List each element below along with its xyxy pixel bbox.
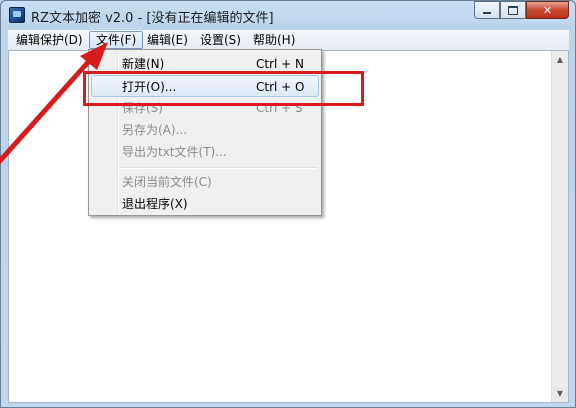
menu-file[interactable]: 文件(F) — [89, 31, 144, 49]
menu-item-export-txt[interactable]: 导出为txt文件(T)... — [91, 141, 319, 163]
minimize-icon — [483, 12, 491, 14]
menu-item-label: 退出程序(X) — [122, 197, 188, 211]
annotation-highlight-box — [83, 71, 364, 106]
menu-settings[interactable]: 设置(S) — [194, 31, 247, 49]
menu-item-exit[interactable]: 退出程序(X) — [91, 193, 319, 215]
close-icon: ✕ — [542, 3, 553, 17]
scroll-down-icon[interactable]: ▼ — [552, 385, 568, 402]
menu-item-label: 关闭当前文件(C) — [122, 175, 212, 189]
scroll-up-icon[interactable]: ▲ — [552, 51, 568, 68]
maximize-button[interactable] — [500, 1, 526, 19]
caption-buttons: ✕ — [474, 1, 569, 21]
app-icon[interactable] — [9, 7, 25, 23]
minimize-button[interactable] — [474, 1, 500, 19]
window-title: RZ文本加密 v2.0 - [没有正在编辑的文件] — [31, 11, 274, 26]
close-button[interactable]: ✕ — [526, 1, 569, 19]
menu-edit-protect[interactable]: 编辑保护(D) — [10, 31, 89, 49]
menu-separator — [119, 167, 317, 169]
menu-item-label: 导出为txt文件(T)... — [122, 145, 227, 159]
menu-item-close-file[interactable]: 关闭当前文件(C) — [91, 171, 319, 193]
title-bar[interactable]: RZ文本加密 v2.0 - [没有正在编辑的文件] ✕ — [1, 1, 575, 30]
menu-item-label: 另存为(A)... — [122, 123, 188, 137]
menu-bar: 编辑保护(D) 文件(F) 编辑(E) 设置(S) 帮助(H) — [8, 30, 569, 51]
maximize-icon — [508, 5, 518, 15]
menu-help[interactable]: 帮助(H) — [247, 31, 301, 49]
menu-edit[interactable]: 编辑(E) — [141, 31, 194, 49]
vertical-scrollbar[interactable]: ▲ ▼ — [551, 51, 568, 402]
menu-item-save-as[interactable]: 另存为(A)... — [91, 119, 319, 141]
